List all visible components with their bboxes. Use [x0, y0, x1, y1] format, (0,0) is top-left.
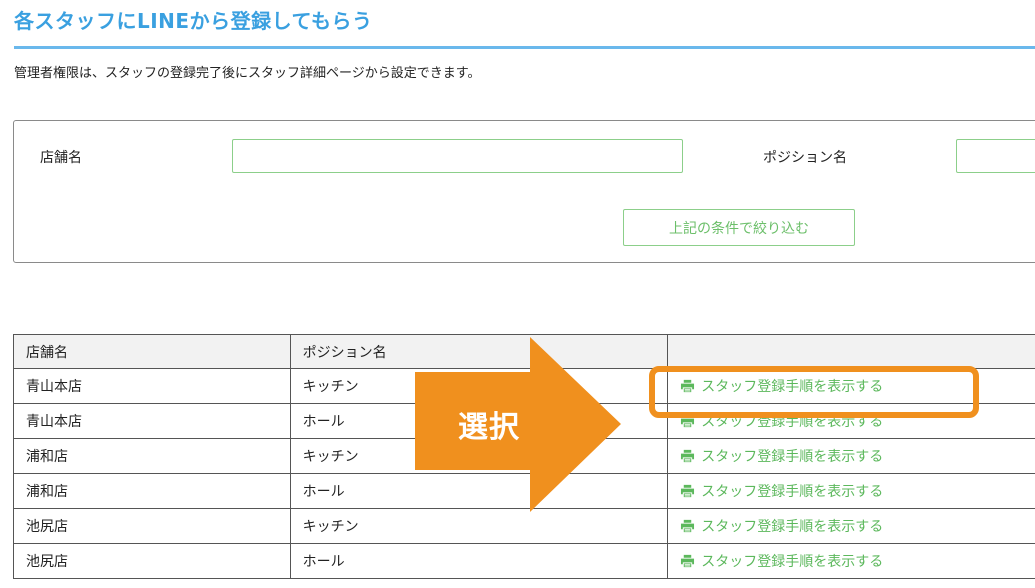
- show-registration-steps-link[interactable]: スタッフ登録手順を表示する: [680, 551, 883, 571]
- action-link-label: スタッフ登録手順を表示する: [701, 518, 884, 535]
- cell-action: スタッフ登録手順を表示する: [667, 473, 1035, 509]
- cell-action: スタッフ登録手順を表示する: [667, 438, 1035, 474]
- action-link-label: スタッフ登録手順を表示する: [701, 483, 884, 500]
- cell-action: スタッフ登録手順を表示する: [667, 368, 1035, 404]
- table-row: 池尻店 ホール スタッフ登録手順を表示する: [13, 543, 1035, 579]
- cell-action: スタッフ登録手順を表示する: [667, 403, 1035, 439]
- printer-icon: [681, 449, 695, 462]
- cell-action: スタッフ登録手順を表示する: [667, 508, 1035, 544]
- show-registration-steps-link[interactable]: スタッフ登録手順を表示する: [680, 411, 883, 431]
- show-registration-steps-link[interactable]: スタッフ登録手順を表示する: [680, 516, 883, 536]
- cell-position: キッチン: [289, 508, 669, 544]
- page-title: 各スタッフにLINEから登録してもらう: [14, 9, 373, 33]
- table-header-row: 店舗名 ポジション名: [13, 334, 1035, 369]
- column-header-store: 店舗名: [13, 334, 291, 369]
- page-description: 管理者権限は、スタッフの登録完了後にスタッフ詳細ページから設定できます。: [14, 66, 481, 81]
- column-header-action: [667, 334, 1035, 369]
- table-row: 青山本店 キッチン スタッフ登録手順を表示する: [13, 368, 1035, 404]
- action-link-label: スタッフ登録手順を表示する: [701, 413, 884, 430]
- cell-store: 池尻店: [13, 508, 291, 544]
- cell-position: ホール: [289, 473, 669, 509]
- filter-panel: 店舗名 ポジション名 上記の条件で絞り込む: [13, 120, 1035, 263]
- filter-submit-button[interactable]: 上記の条件で絞り込む: [623, 209, 855, 246]
- printer-icon: [681, 414, 695, 427]
- arrow-label: 選択: [458, 410, 520, 445]
- cell-store: 浦和店: [13, 473, 291, 509]
- position-filter-label: ポジション名: [763, 150, 847, 166]
- cell-position: ホール: [289, 543, 669, 579]
- action-link-label: スタッフ登録手順を表示する: [701, 448, 884, 465]
- title-underline: [14, 46, 1035, 49]
- column-header-position: ポジション名: [289, 334, 669, 369]
- action-link-label: スタッフ登録手順を表示する: [701, 378, 884, 395]
- staff-table: 店舗名 ポジション名 青山本店 キッチン スタッフ登録手順を表示する 青山本店 …: [13, 334, 1035, 579]
- cell-store: 青山本店: [13, 368, 291, 404]
- table-row: 池尻店 キッチン スタッフ登録手順を表示する: [13, 508, 1035, 544]
- cell-action: スタッフ登録手順を表示する: [667, 543, 1035, 579]
- printer-icon: [681, 554, 695, 567]
- printer-icon: [681, 379, 695, 392]
- store-filter-input[interactable]: [232, 139, 683, 173]
- show-registration-steps-link[interactable]: スタッフ登録手順を表示する: [680, 481, 883, 501]
- cell-store: 浦和店: [13, 438, 291, 474]
- table-row: 浦和店 キッチン スタッフ登録手順を表示する: [13, 438, 1035, 474]
- show-registration-steps-link[interactable]: スタッフ登録手順を表示する: [680, 376, 883, 396]
- cell-store: 池尻店: [13, 543, 291, 579]
- show-registration-steps-link[interactable]: スタッフ登録手順を表示する: [680, 446, 883, 466]
- printer-icon: [681, 519, 695, 532]
- store-filter-label: 店舗名: [40, 150, 82, 166]
- cell-position: キッチン: [289, 368, 669, 404]
- action-link-label: スタッフ登録手順を表示する: [701, 553, 884, 570]
- position-filter-input[interactable]: [956, 139, 1035, 173]
- printer-icon: [681, 484, 695, 497]
- table-row: 青山本店 ホール スタッフ登録手順を表示する: [13, 403, 1035, 439]
- cell-store: 青山本店: [13, 403, 291, 439]
- table-row: 浦和店 ホール スタッフ登録手順を表示する: [13, 473, 1035, 509]
